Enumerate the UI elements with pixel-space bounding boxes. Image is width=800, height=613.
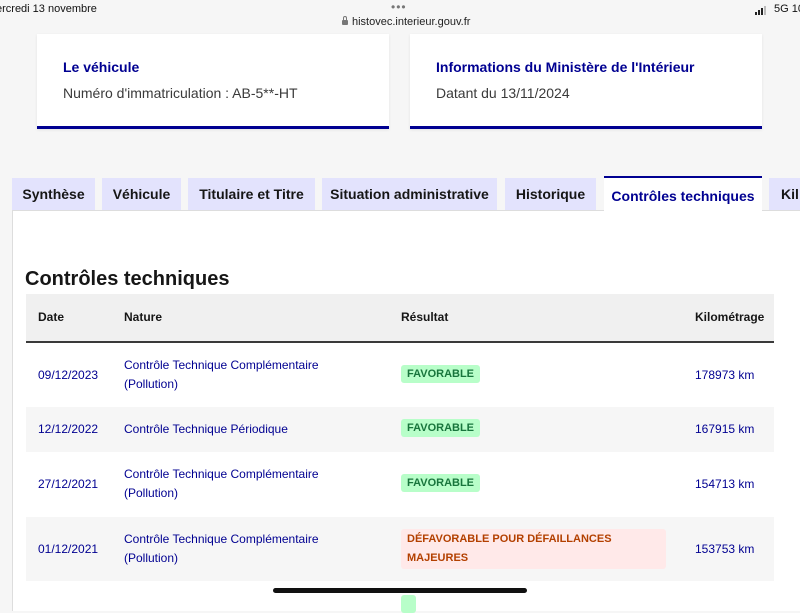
battery-label: 10: [791, 3, 800, 15]
tab-options-dots[interactable]: •••: [391, 0, 407, 14]
technical-controls-table: Date Nature Résultat Kilométrage 09/12/2…: [26, 294, 774, 613]
table-header: Date Nature Résultat Kilométrage: [26, 294, 774, 343]
registration-number: Numéro d'immatriculation : AB-5**-HT: [63, 85, 298, 101]
nature-line: (Pollution): [124, 377, 179, 391]
status-badge: [401, 595, 417, 613]
status-date: ercredi 13 novembre: [0, 3, 97, 15]
result-line: DÉFAVORABLE POUR DÉFAILLANCES: [407, 533, 612, 545]
home-indicator[interactable]: [273, 588, 527, 593]
header-date: Date: [38, 310, 65, 324]
tab-titulaire-titre[interactable]: Titulaire et Titre: [188, 178, 315, 210]
row-km: 167915 km: [695, 422, 755, 436]
tab-bar: Synthèse Véhicule Titulaire et Titre Sit…: [0, 176, 800, 213]
table-row: 01/12/2021 Contrôle Technique Complément…: [26, 517, 774, 581]
tab-controles-techniques[interactable]: Contrôles techniques: [604, 176, 762, 213]
table-row: 09/12/2023 Contrôle Technique Complément…: [26, 343, 774, 407]
ministry-info-card: Informations du Ministère de l'Intérieur…: [410, 34, 762, 129]
vehicle-card: Le véhicule Numéro d'immatriculation : A…: [37, 34, 389, 129]
nature-line: Contrôle Technique Complémentaire: [124, 358, 319, 372]
row-km: 154713 km: [695, 477, 755, 491]
row-km: 153753 km: [695, 542, 755, 556]
result-line: MAJEURES: [407, 552, 469, 564]
header-resultat: Résultat: [401, 310, 449, 324]
nature-line: (Pollution): [124, 486, 179, 500]
table-row-partial: [26, 581, 774, 613]
header-kilometrage: Kilométrage: [695, 310, 765, 324]
status-badge: FAVORABLE: [401, 419, 481, 437]
ministry-card-title: Informations du Ministère de l'Intérieur: [436, 59, 695, 75]
address-bar[interactable]: histovec.interieur.gouv.fr: [342, 16, 470, 28]
row-nature: Contrôle Technique Complémentaire (Pollu…: [124, 530, 319, 568]
status-badge-defavorable: DÉFAVORABLE POUR DÉFAILLANCES MAJEURES: [401, 529, 666, 569]
status-badge: FAVORABLE: [401, 474, 481, 492]
row-nature: Contrôle Technique Périodique: [124, 420, 288, 439]
row-nature: Contrôle Technique Complémentaire (Pollu…: [124, 356, 319, 394]
row-km: 178973 km: [695, 368, 755, 382]
tab-vehicule[interactable]: Véhicule: [102, 178, 181, 210]
tab-historique[interactable]: Historique: [505, 178, 596, 210]
url-text: histovec.interieur.gouv.fr: [352, 16, 471, 28]
row-date: 12/12/2022: [38, 422, 99, 436]
table-row: 27/12/2021 Contrôle Technique Complément…: [26, 452, 774, 517]
ministry-date: Datant du 13/11/2024: [436, 85, 570, 101]
signal-icon: [754, 3, 767, 16]
nature-line: Contrôle Technique Complémentaire: [124, 532, 319, 546]
row-date: 09/12/2023: [38, 368, 99, 382]
section-title: Contrôles techniques: [25, 268, 230, 290]
header-nature: Nature: [124, 310, 163, 324]
tab-situation-administrative[interactable]: Situation administrative: [322, 178, 497, 210]
nature-line: Contrôle Technique Complémentaire: [124, 467, 319, 481]
status-right: 5G 10: [754, 3, 800, 16]
status-badge: FAVORABLE: [401, 365, 481, 383]
lock-icon: [342, 16, 348, 25]
row-date: 27/12/2021: [38, 477, 99, 491]
browser-status-bar: ercredi 13 novembre ••• histovec.interie…: [0, 0, 800, 34]
nature-line: Contrôle Technique Périodique: [124, 422, 288, 436]
tab-synthese[interactable]: Synthèse: [12, 178, 95, 210]
row-nature: Contrôle Technique Complémentaire (Pollu…: [124, 465, 319, 503]
vehicle-card-title: Le véhicule: [63, 59, 140, 75]
network-label: 5G: [774, 3, 789, 15]
table-row: 12/12/2022 Contrôle Technique Périodique…: [26, 407, 774, 452]
tab-kilometrage[interactable]: Kil: [769, 178, 800, 210]
row-date: 01/12/2021: [38, 542, 99, 556]
nature-line: (Pollution): [124, 551, 179, 565]
